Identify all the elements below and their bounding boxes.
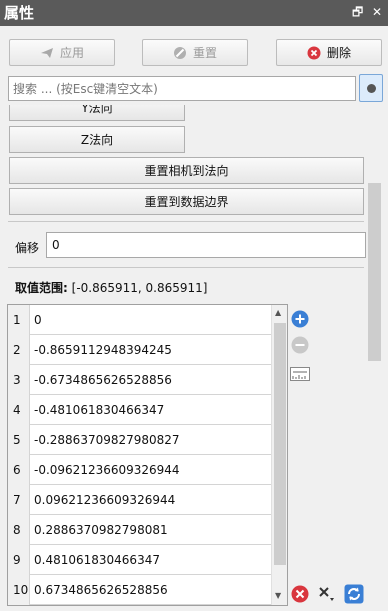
- row-index: 3: [8, 365, 30, 395]
- search-box: [8, 76, 356, 101]
- table-row[interactable]: 1 0: [8, 305, 272, 335]
- section-divider: [8, 267, 364, 268]
- apply-button[interactable]: 应用: [9, 39, 115, 66]
- row-value[interactable]: 0.09621236609326944: [34, 485, 175, 515]
- reset-icon: [173, 46, 187, 60]
- row-index: 6: [8, 455, 30, 485]
- value-range: 取值范围: [-0.865911, 0.865911]: [15, 279, 207, 296]
- row-value[interactable]: -0.28863709827980827: [34, 425, 180, 455]
- row-index: 4: [8, 395, 30, 425]
- table-scrollbar-thumb[interactable]: [274, 323, 286, 565]
- row-index: 5: [8, 425, 30, 455]
- advanced-toggle-button[interactable]: [359, 74, 383, 102]
- row-index: 8: [8, 515, 30, 545]
- ruler-icon: [290, 367, 310, 381]
- reset-to-data-bounds-label: 重置到数据边界: [144, 195, 229, 209]
- remove-icon: [291, 336, 309, 354]
- table-row[interactable]: 8 0.2886370982798081: [8, 515, 272, 545]
- delete-icon: [291, 585, 309, 603]
- values-table: 1 0 2 -0.8659112948394245 3 -0.673486562…: [7, 304, 288, 606]
- reset-button-label: 重置: [192, 46, 217, 60]
- add-value-button[interactable]: [289, 308, 311, 330]
- delete-button[interactable]: 删除: [276, 39, 382, 66]
- row-index: 1: [8, 305, 30, 335]
- row-value[interactable]: 0.6734865626528856: [34, 575, 168, 605]
- reset-camera-to-normal-label: 重置相机到法向: [144, 164, 229, 178]
- table-row[interactable]: 10 0.6734865626528856: [8, 575, 272, 605]
- table-row[interactable]: 9 0.481061830466347: [8, 545, 272, 575]
- table-row[interactable]: 2 -0.8659112948394245: [8, 335, 272, 365]
- value-range-text: [-0.865911, 0.865911]: [71, 281, 208, 295]
- row-value[interactable]: -0.09621236609326944: [34, 455, 180, 485]
- table-row[interactable]: 5 -0.28863709827980827: [8, 425, 272, 455]
- table-row[interactable]: 4 -0.481061830466347: [8, 395, 272, 425]
- delete-button-label: 删除: [326, 46, 351, 60]
- refresh-button[interactable]: [343, 583, 365, 605]
- panel-title: 属性: [4, 4, 35, 22]
- refresh-icon: [344, 584, 364, 604]
- properties-panel: Y法向 Z法向 重置相机到法向 重置到数据边界 偏移 0 取值范围: [-0.8…: [0, 105, 388, 611]
- delete-icon: [307, 46, 321, 60]
- value-range-label: 取值范围:: [15, 281, 68, 295]
- search-input[interactable]: [9, 77, 355, 100]
- row-index: 10: [8, 575, 30, 605]
- row-value[interactable]: 0: [34, 305, 42, 335]
- x-dropdown-icon: [319, 587, 334, 601]
- y-normal-button-label: Y法向: [81, 105, 113, 115]
- gear-icon: [366, 83, 376, 93]
- offset-label: 偏移: [15, 241, 40, 255]
- row-index: 9: [8, 545, 30, 575]
- y-normal-button[interactable]: Y法向: [9, 105, 185, 121]
- close-icon[interactable]: ✕: [372, 5, 382, 19]
- row-value[interactable]: -0.8659112948394245: [34, 335, 172, 365]
- row-value[interactable]: 0.2886370982798081: [34, 515, 168, 545]
- table-scrollbar[interactable]: ▲ ▼: [271, 305, 287, 605]
- row-value[interactable]: -0.481061830466347: [34, 395, 164, 425]
- row-value[interactable]: 0.481061830466347: [34, 545, 160, 575]
- reset-button[interactable]: 重置: [142, 39, 248, 66]
- z-normal-button-label: Z法向: [80, 133, 114, 147]
- table-row[interactable]: 3 -0.6734865626528856: [8, 365, 272, 395]
- clear-values-button[interactable]: [289, 583, 311, 605]
- z-normal-button[interactable]: Z法向: [9, 126, 185, 153]
- row-value[interactable]: -0.6734865626528856: [34, 365, 172, 395]
- section-divider: [8, 221, 364, 222]
- scroll-down-icon[interactable]: ▼: [275, 591, 281, 600]
- add-icon: [291, 310, 309, 328]
- send-icon: [40, 46, 54, 60]
- apply-button-label: 应用: [59, 46, 84, 60]
- float-window-icon[interactable]: 🗗: [352, 5, 363, 19]
- row-index: 2: [8, 335, 30, 365]
- offset-input[interactable]: 0: [46, 232, 366, 258]
- remove-value-button[interactable]: [289, 334, 311, 356]
- panel-titlebar: 属性 🗗 ✕: [0, 0, 388, 26]
- row-index: 7: [8, 485, 30, 515]
- delete-menu-button[interactable]: [316, 583, 338, 605]
- reset-camera-to-normal-button[interactable]: 重置相机到法向: [9, 157, 364, 184]
- panel-scrollbar-thumb[interactable]: [368, 183, 381, 361]
- table-row[interactable]: 6 -0.09621236609326944: [8, 455, 272, 485]
- table-row[interactable]: 7 0.09621236609326944: [8, 485, 272, 515]
- add-range-button[interactable]: [289, 363, 311, 385]
- reset-to-data-bounds-button[interactable]: 重置到数据边界: [9, 188, 364, 215]
- scroll-up-icon[interactable]: ▲: [275, 308, 281, 317]
